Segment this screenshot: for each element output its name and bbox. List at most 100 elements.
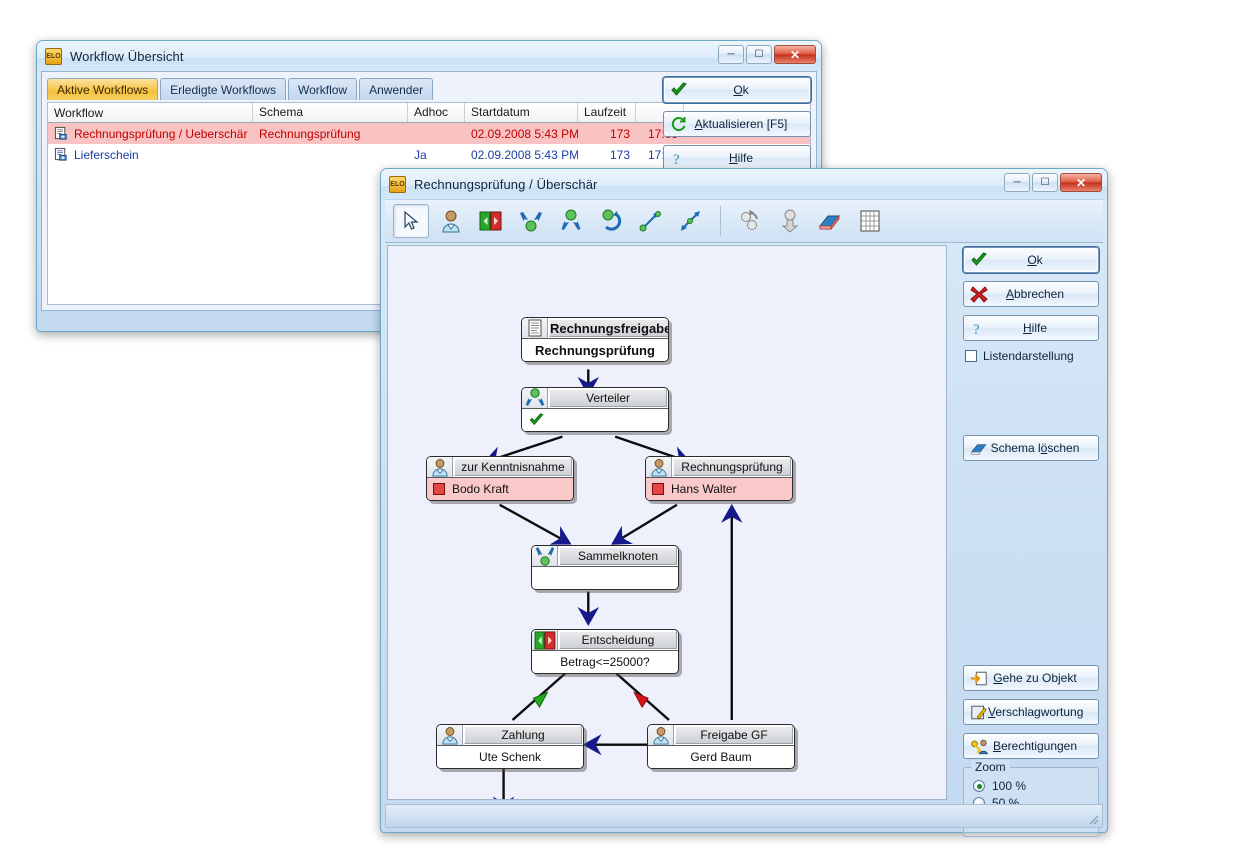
column-header-laufzeit[interactable]: Laufzeit (578, 103, 636, 122)
window2-title: Rechnungsprüfung / Überschär (414, 176, 598, 192)
close-icon[interactable]: ✕ (1060, 173, 1102, 192)
tab-anwender[interactable]: Anwender (359, 78, 434, 100)
user-node-tool[interactable] (433, 204, 469, 238)
schema-loeschen-button[interactable]: Schema löschen (963, 435, 1099, 461)
column-header-schema[interactable]: Schema (253, 103, 408, 122)
edit-keywords-icon (970, 703, 988, 721)
radio-icon[interactable] (973, 780, 985, 792)
node-header: zur Kenntnisnahme (427, 457, 573, 478)
window1-button-panel: Ok Aktualisieren [F5] ? Hilfe (663, 77, 811, 179)
elo-icon: ELO (45, 47, 62, 65)
cell-workflow: Rechnungsprüfung / Ueberschär (48, 126, 253, 141)
node-subtitle-text: Hans Walter (671, 482, 737, 496)
column-header-startdatum[interactable]: Startdatum (465, 103, 578, 122)
user-icon (646, 457, 672, 477)
close-icon[interactable]: ✕ (774, 45, 816, 64)
decision-node-tool[interactable] (473, 204, 509, 238)
verschlagwortung-button[interactable]: Verschlagwortung (963, 699, 1099, 725)
help-button[interactable]: ? Hilfe (963, 315, 1099, 341)
cancel-button[interactable]: Abbrechen (963, 281, 1099, 307)
node-subtitle: Betrag<=25000? (532, 651, 678, 673)
join-node-tool[interactable] (513, 204, 549, 238)
red-x-icon (970, 285, 988, 303)
loop-node-tool[interactable] (593, 204, 629, 238)
ok-button[interactable]: Ok (963, 247, 1099, 273)
permissions-key-icon (970, 737, 988, 755)
berechtigungen-label: Berechtigungen (992, 739, 1078, 753)
window2-controls[interactable]: ─ ☐ ✕ (1004, 173, 1102, 192)
decision-icon (532, 630, 558, 650)
column-header-adhoc[interactable]: Adhoc (408, 103, 465, 122)
cycle-tool[interactable] (732, 204, 768, 238)
node-entscheidung[interactable]: Entscheidung Betrag<=25000? (531, 629, 679, 674)
question-icon: ? (670, 149, 688, 167)
window2-button-panel: Ok Abbrechen ? Hilfe Listendarstellung S… (963, 247, 1099, 837)
column-header-workflow[interactable]: Workflow (48, 103, 253, 122)
svg-text:?: ? (673, 152, 680, 167)
node-rechnungsfreigabe[interactable]: Rechnungsfreigabe Rechnungsprüfung (521, 317, 669, 362)
split-green-icon (522, 388, 548, 408)
node-header: Verteiler (522, 388, 668, 409)
node-title: Rechnungsfreigabe (549, 319, 668, 337)
node-freigabe-gf[interactable]: Freigabe GF Gerd Baum (647, 724, 795, 769)
node-subtitle: Rechnungsprüfung (522, 339, 668, 361)
screen: ELO Workflow Übersicht ─ ☐ ✕ Aktive Work… (0, 0, 1235, 865)
refresh-button[interactable]: Aktualisieren [F5] (663, 111, 811, 137)
node-title: Entscheidung (559, 631, 677, 649)
minimize-icon[interactable]: ─ (1004, 173, 1030, 192)
node-rechnungspruefung[interactable]: Rechnungsprüfung Hans Walter (645, 456, 793, 501)
node-subtitle-text: Bodo Kraft (452, 482, 509, 496)
goto-object-icon (970, 669, 988, 687)
green-check-icon (670, 81, 688, 99)
node-subtitle (532, 567, 678, 589)
node-title: Verteiler (549, 389, 667, 407)
minimize-icon[interactable]: ─ (718, 45, 744, 64)
node-title: Rechnungsprüfung (673, 458, 791, 476)
pointer-tool[interactable] (393, 204, 429, 238)
window1-controls[interactable]: ─ ☐ ✕ (718, 45, 816, 64)
tab-erledigte-workflows[interactable]: Erledigte Workflows (160, 78, 286, 100)
split-node-tool[interactable] (553, 204, 589, 238)
help-button-label: Hilfe (728, 151, 753, 165)
connect-alt-tool[interactable] (673, 204, 709, 238)
cell-schema: Rechnungsprüfung (259, 126, 361, 141)
user-icon (648, 725, 674, 745)
window-rechnungspruefung[interactable]: ELO Rechnungsprüfung / Überschär ─ ☐ ✕ R… (380, 168, 1108, 837)
node-sammelknoten[interactable]: Sammelknoten (531, 545, 679, 590)
gehe-zu-objekt-button[interactable]: Gehe zu Objekt (963, 665, 1099, 691)
node-subtitle: Gerd Baum (648, 746, 794, 768)
insert-down-tool[interactable] (772, 204, 808, 238)
node-zahlung[interactable]: Zahlung Ute Schenk (436, 724, 584, 769)
connect-tool[interactable] (633, 204, 669, 238)
tab-aktive-workflows[interactable]: Aktive Workflows (47, 78, 159, 100)
statusbar (385, 804, 1103, 828)
titlebar-window2[interactable]: ELO Rechnungsprüfung / Überschär ─ ☐ ✕ (381, 169, 1107, 199)
status-square-icon (652, 483, 664, 495)
titlebar-window1[interactable]: ELO Workflow Übersicht ─ ☐ ✕ (37, 41, 821, 71)
tab-workflow[interactable]: Workflow (287, 78, 358, 100)
node-title: Freigabe GF (675, 726, 793, 744)
checkbox-box[interactable] (965, 350, 977, 362)
zoom-option-100[interactable]: 100 % (973, 779, 1092, 793)
node-verteiler[interactable]: Verteiler (521, 387, 669, 432)
diagram-toolbar[interactable] (385, 199, 1103, 243)
eraser-tool[interactable] (812, 204, 848, 238)
listendarstellung-checkbox[interactable]: Listendarstellung (965, 349, 1097, 363)
green-check-icon (970, 251, 988, 269)
maximize-icon[interactable]: ☐ (1032, 173, 1058, 192)
ok-button[interactable]: Ok (663, 77, 811, 103)
ok-button-label: Ok (733, 83, 749, 97)
grid-tool[interactable] (852, 204, 888, 238)
ok-button-label: Ok (1027, 253, 1043, 267)
status-square-icon (433, 483, 445, 495)
diagram-canvas[interactable]: Rechnungsfreigabe Rechnungsprüfung Verte… (387, 245, 947, 800)
cell-laufzeit: 173 (609, 126, 630, 141)
node-zur-kenntnisnahme[interactable]: zur Kenntnisnahme Bodo Kraft (426, 456, 574, 501)
panel-spacer (963, 363, 1099, 435)
panel-spacer-2 (963, 469, 1099, 665)
condition-arrowheads (532, 691, 649, 709)
resize-grip[interactable] (1085, 811, 1099, 825)
berechtigungen-button[interactable]: Berechtigungen (963, 733, 1099, 759)
join-green-icon (532, 546, 558, 566)
maximize-icon[interactable]: ☐ (746, 45, 772, 64)
